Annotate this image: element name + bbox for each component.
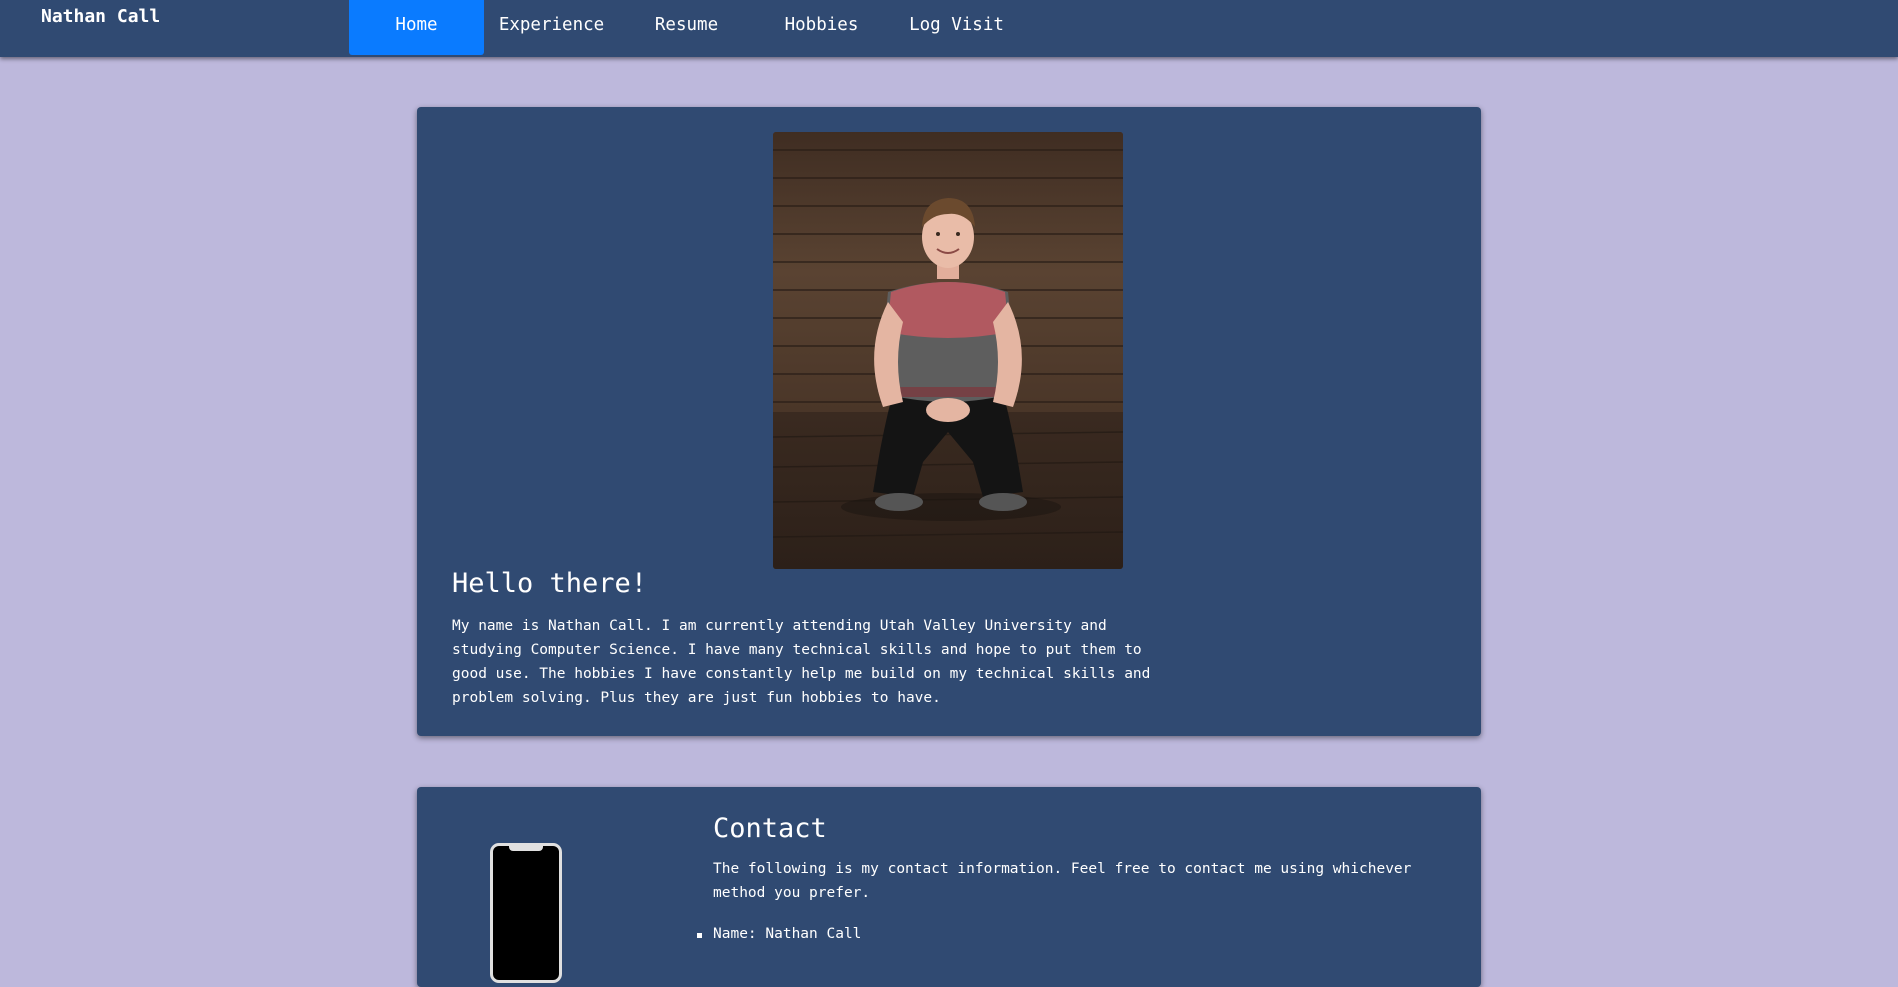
phone-icon (490, 843, 562, 983)
contact-description: The following is my contact information.… (713, 861, 1412, 901)
contact-item-name: Name: Nathan Call (696, 922, 861, 946)
nav-log-visit[interactable]: Log Visit (889, 0, 1024, 55)
hero-description: My name is Nathan Call. I am currently a… (452, 618, 1151, 706)
contact-title: Contact (713, 813, 827, 844)
nav-resume[interactable]: Resume (619, 0, 754, 55)
nav-experience[interactable]: Experience (484, 0, 619, 55)
portrait-photo (773, 132, 1123, 569)
top-navbar: Nathan Call Home Experience Resume Hobbi… (0, 0, 1898, 57)
site-brand[interactable]: Nathan Call (41, 6, 160, 27)
intro-card: Hello there! My name is Nathan Call. I a… (417, 107, 1481, 736)
nav-home[interactable]: Home (349, 0, 484, 55)
portrait-illustration (773, 132, 1123, 569)
nav-hobbies[interactable]: Hobbies (754, 0, 889, 55)
phone-notch (509, 846, 543, 851)
contact-card: Contact The following is my contact info… (417, 787, 1481, 987)
contact-list: Name: Nathan Call (696, 922, 861, 946)
hero-title: Hello there! (452, 568, 648, 599)
